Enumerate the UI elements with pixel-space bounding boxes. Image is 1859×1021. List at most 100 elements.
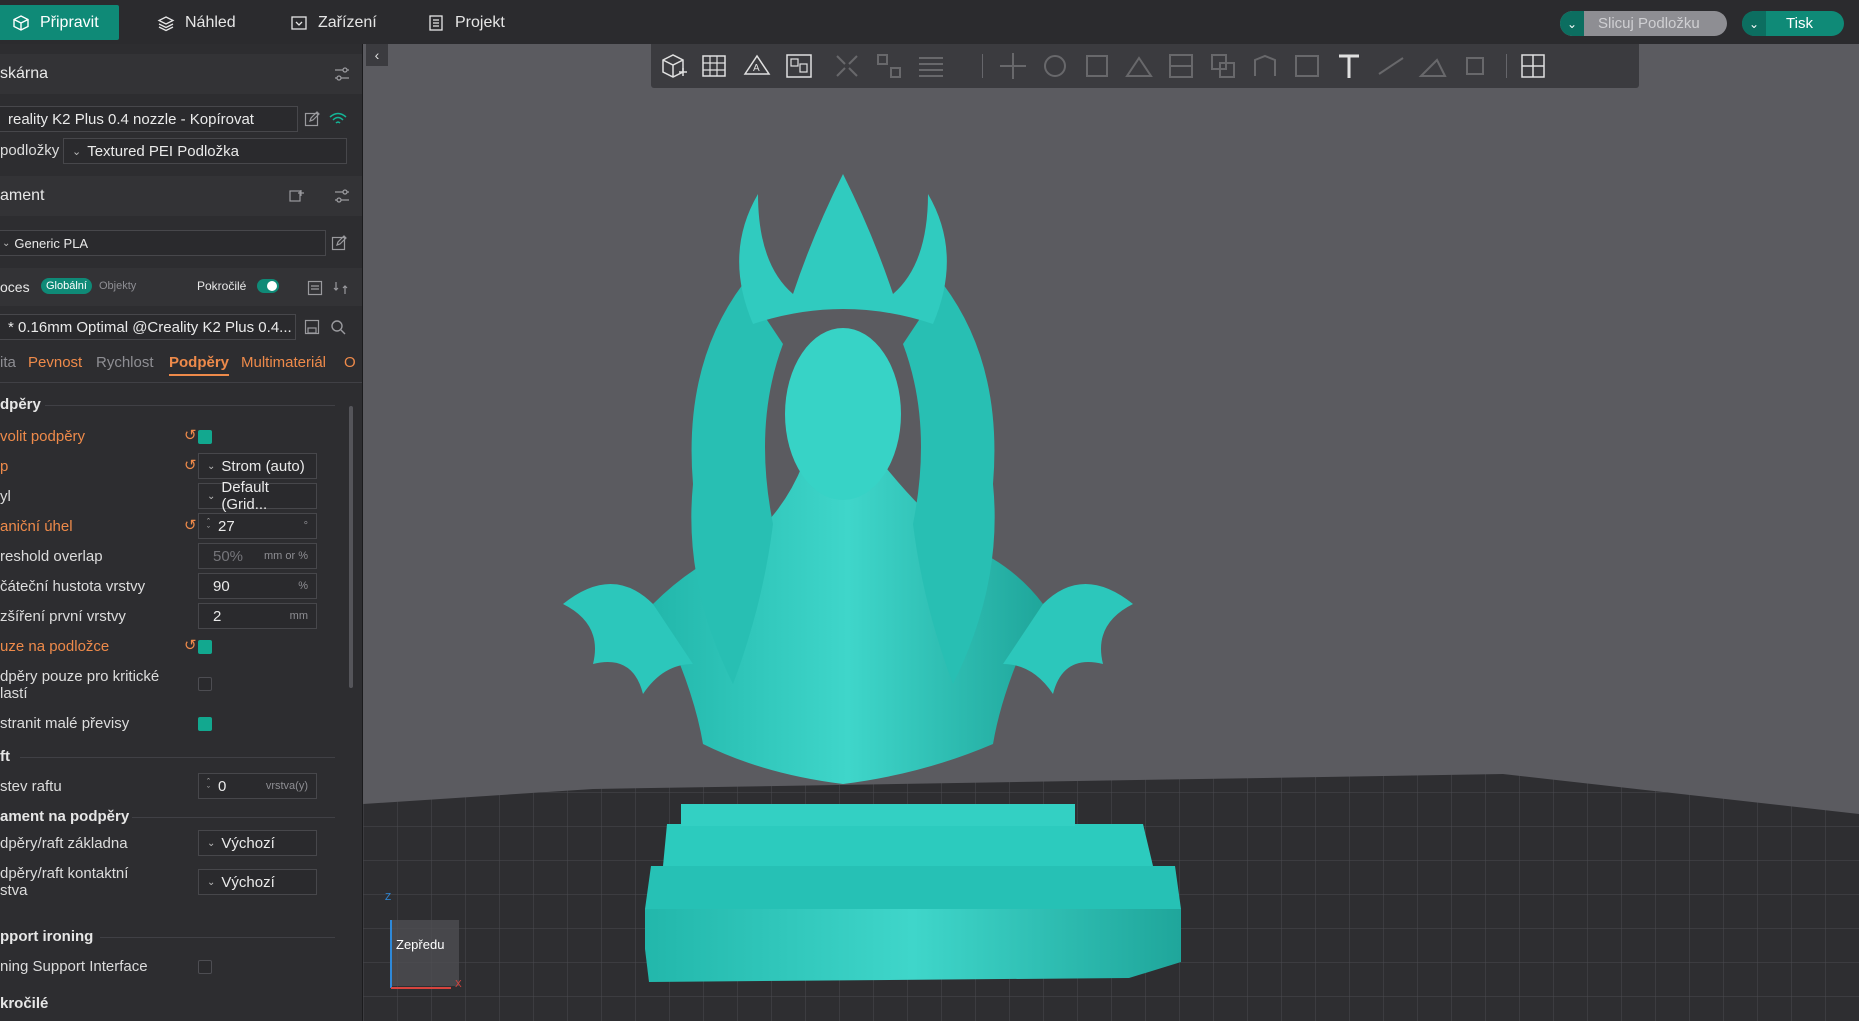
initial-density-label: čáteční hustota vrstvy bbox=[0, 578, 146, 595]
support-interface-filament-label-line1: dpěry/raft kontaktní bbox=[0, 865, 129, 882]
split-objects-icon bbox=[836, 55, 858, 77]
reset-icon[interactable]: ↺ bbox=[184, 456, 197, 474]
printer-section-header[interactable]: skárna bbox=[0, 54, 362, 94]
process-profile-value: * 0.16mm Optimal @Creality K2 Plus 0.4..… bbox=[8, 318, 292, 336]
advanced-label: Pokročilé bbox=[197, 279, 247, 293]
initial-density-input[interactable]: 90 % bbox=[198, 573, 317, 599]
save-icon[interactable] bbox=[304, 319, 320, 335]
measure-icon bbox=[1378, 57, 1404, 75]
threshold-angle-value: 27 bbox=[218, 517, 235, 535]
group-filament-supports: ament na podpěry bbox=[0, 808, 130, 825]
first-layer-expansion-label: zšíření první vrstvy bbox=[0, 608, 126, 625]
first-layer-expansion-input[interactable]: 2 mm bbox=[198, 603, 317, 629]
move-icon bbox=[1000, 53, 1026, 79]
add-plate-icon[interactable] bbox=[699, 50, 731, 82]
support-style-value: Default (Grid... bbox=[221, 479, 269, 513]
tab-multimaterial[interactable]: Multimateriál bbox=[241, 354, 326, 371]
toggle-global[interactable]: Globální bbox=[41, 278, 92, 294]
tab-project-label: Projekt bbox=[455, 14, 505, 31]
enable-supports-checkbox[interactable] bbox=[198, 430, 212, 444]
support-interface-filament-select[interactable]: ⌄ Výchozí bbox=[198, 869, 317, 895]
lay-on-face-icon bbox=[1125, 56, 1153, 77]
printer-select[interactable]: reality K2 Plus 0.4 nozzle - Kopírovat bbox=[0, 106, 298, 132]
support-interface-filament-label-line2: stva bbox=[0, 882, 28, 899]
compare-icon[interactable] bbox=[307, 280, 323, 296]
print-label: Tisk bbox=[1786, 15, 1813, 32]
settings-sliders-icon[interactable] bbox=[334, 66, 350, 82]
settings-sliders-icon[interactable] bbox=[334, 188, 350, 204]
group-divider bbox=[132, 817, 335, 818]
reset-icon[interactable]: ↺ bbox=[184, 636, 197, 654]
tab-strength[interactable]: Pevnost bbox=[28, 354, 82, 371]
tabs-divider bbox=[0, 382, 362, 383]
arrange-icon[interactable] bbox=[783, 50, 815, 82]
view-label[interactable]: Zepředu bbox=[396, 937, 444, 952]
on-bed-only-checkbox[interactable] bbox=[198, 640, 212, 654]
edit-icon[interactable] bbox=[331, 235, 347, 251]
top-bar: Připravit Náhled Zařízení Projekt ⌄ Slic… bbox=[0, 0, 1859, 45]
device-icon bbox=[291, 16, 307, 30]
chevron-down-icon: ⌄ bbox=[207, 837, 216, 849]
tab-speed[interactable]: Rychlost bbox=[96, 354, 154, 371]
toggle-objects[interactable]: Objekty bbox=[99, 280, 136, 292]
on-bed-only-label: uze na podložce bbox=[0, 638, 110, 655]
threshold-angle-input[interactable]: ˆˇ 27 ° bbox=[198, 513, 317, 539]
tab-prepare[interactable]: Připravit bbox=[0, 5, 119, 40]
tab-preview-label: Náhled bbox=[185, 14, 236, 31]
chevron-down-icon[interactable]: ⌄ bbox=[1560, 11, 1584, 36]
chevron-down-icon[interactable]: ⌄ bbox=[1742, 11, 1766, 36]
rotate-icon bbox=[1044, 55, 1066, 77]
swap-icon[interactable] bbox=[333, 280, 349, 296]
seam-painting-icon bbox=[1295, 55, 1319, 77]
print-button[interactable]: ⌄ Tisk bbox=[1742, 11, 1844, 36]
tab-quality[interactable]: ita bbox=[0, 354, 16, 371]
filament-section-header[interactable]: ament bbox=[0, 176, 362, 216]
3d-viewport[interactable]: ᐅ ▬▬ ▬▬▬▬ Zepředu Z bbox=[363, 44, 1859, 1021]
threshold-overlap-input[interactable]: 50% mm or % bbox=[198, 543, 317, 569]
reset-icon[interactable]: ↺ bbox=[184, 426, 197, 444]
raft-layers-input[interactable]: ˆˇ 0 vrstva(y) bbox=[198, 773, 317, 799]
filament-select[interactable]: ⌄ Generic PLA bbox=[0, 230, 326, 256]
remove-small-overhangs-checkbox[interactable] bbox=[198, 717, 212, 731]
collapse-sidebar-button[interactable]: ‹ bbox=[366, 44, 388, 66]
support-type-select[interactable]: ⌄ Strom (auto) bbox=[198, 453, 317, 479]
support-style-select[interactable]: ⌄ Default (Grid... bbox=[198, 479, 317, 513]
tab-project[interactable]: Projekt bbox=[427, 6, 505, 40]
edit-icon[interactable] bbox=[304, 111, 320, 127]
critical-only-label-line1: dpěry pouze pro kritické bbox=[0, 668, 160, 685]
critical-only-checkbox[interactable] bbox=[198, 677, 212, 691]
remove-small-overhangs-label: stranit malé převisy bbox=[0, 715, 130, 732]
process-profile-select[interactable]: * 0.16mm Optimal @Creality K2 Plus 0.4..… bbox=[0, 314, 296, 340]
spin-arrows-icon[interactable]: ˆˇ bbox=[207, 778, 210, 795]
auto-orient-icon[interactable]: A bbox=[741, 50, 773, 82]
tab-supports[interactable]: Podpěry bbox=[169, 354, 230, 376]
layers-editing-icon bbox=[919, 57, 943, 77]
wifi-icon[interactable] bbox=[329, 112, 347, 126]
threshold-angle-label: aniční úhel bbox=[0, 518, 73, 535]
tab-device-label: Zařízení bbox=[318, 14, 377, 31]
tab-other[interactable]: O bbox=[344, 354, 356, 371]
brim-ears-icon bbox=[1466, 57, 1484, 75]
assembly-icon bbox=[1418, 58, 1447, 77]
ironing-support-interface-label: ning Support Interface bbox=[0, 958, 148, 975]
initial-density-value: 90 bbox=[213, 577, 230, 595]
advanced-toggle[interactable] bbox=[257, 279, 279, 293]
tab-device[interactable]: Zařízení bbox=[290, 6, 377, 40]
tab-preview[interactable]: Náhled bbox=[157, 6, 236, 40]
search-icon[interactable] bbox=[330, 319, 346, 335]
group-advanced: kročilé bbox=[0, 995, 49, 1012]
slice-plate-button[interactable]: ⌄ Slicuj Podložku bbox=[1560, 11, 1727, 36]
puzzle-icon[interactable] bbox=[1517, 50, 1549, 82]
build-plate-scene[interactable]: ᐅ ▬▬ ▬▬▬▬ bbox=[363, 44, 1859, 1021]
ironing-support-interface-checkbox[interactable] bbox=[198, 960, 212, 974]
add-object-icon[interactable] bbox=[657, 50, 689, 82]
settings-scrollbar[interactable] bbox=[349, 406, 353, 688]
reset-icon[interactable]: ↺ bbox=[184, 516, 197, 534]
bed-type-value: Textured PEI Podložka bbox=[87, 142, 239, 160]
enable-supports-label: volit podpěry bbox=[0, 428, 86, 445]
support-base-filament-select[interactable]: ⌄ Výchozí bbox=[198, 830, 317, 856]
spin-arrows-icon[interactable]: ˆˇ bbox=[207, 518, 210, 535]
text-tool-icon[interactable] bbox=[1333, 50, 1365, 82]
bed-type-select[interactable]: ⌄ Textured PEI Podložka bbox=[63, 138, 347, 164]
add-filament-icon[interactable] bbox=[289, 188, 305, 204]
